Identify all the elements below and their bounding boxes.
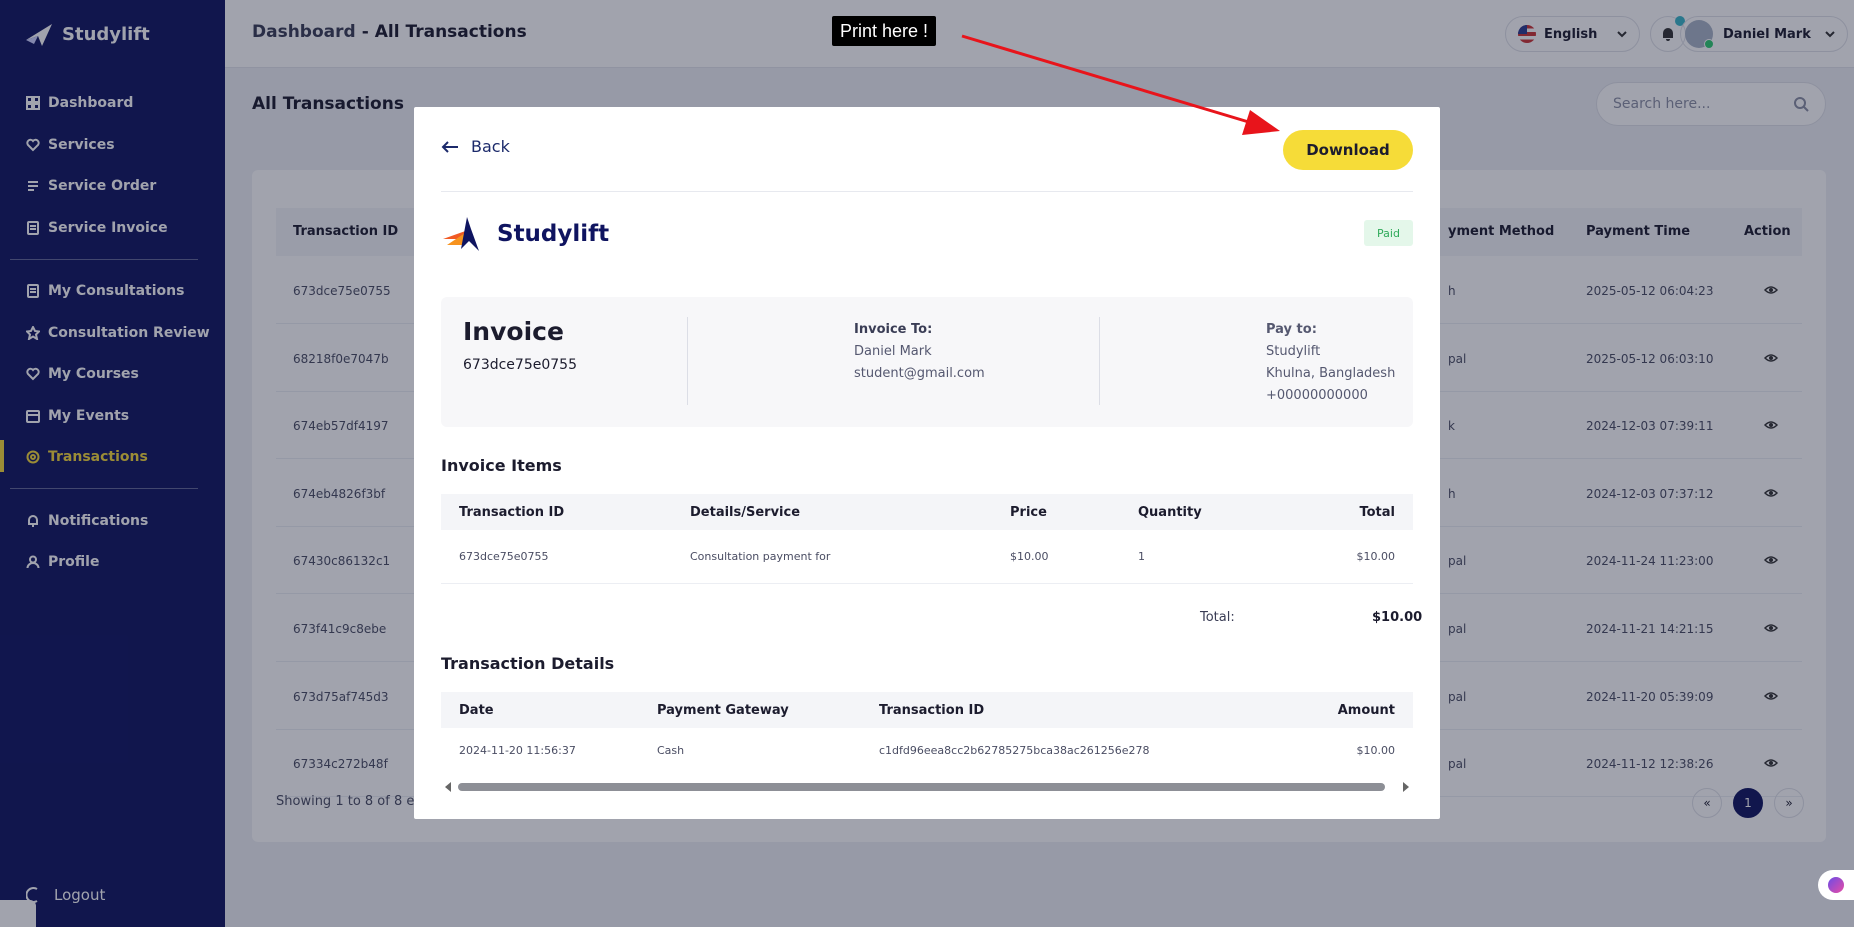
detail-date: 2024-11-20 11:56:37 — [459, 744, 576, 757]
pay-to-address: Khulna, Bangladesh — [1266, 366, 1396, 381]
modal-divider — [441, 191, 1413, 192]
assistant-button[interactable] — [1818, 870, 1854, 900]
items-table-header: Transaction ID Details/Service Price Qua… — [441, 494, 1413, 530]
scroll-thumb[interactable] — [458, 783, 1385, 791]
invoice-modal: Back Download Studylift Paid Invoice 673… — [414, 107, 1440, 819]
details-table-header: Date Payment Gateway Transaction ID Amou… — [441, 692, 1413, 728]
col-transaction-id: Transaction ID — [879, 703, 985, 718]
download-button[interactable]: Download — [1283, 130, 1413, 170]
invoice-number: 673dce75e0755 — [463, 357, 577, 373]
back-button[interactable]: Back — [441, 137, 510, 156]
detail-amount: $10.00 — [1356, 744, 1396, 757]
col-date: Date — [459, 703, 494, 718]
detail-transaction-id: c1dfd96eea8cc2b62785275bca38ac261256e278 — [879, 744, 1150, 757]
studylift-logo-icon — [443, 217, 479, 251]
invoice-to-name: Daniel Mark — [854, 344, 932, 359]
item-quantity: 1 — [1138, 550, 1145, 563]
invoice-to: Invoice To: Daniel Mark student@gmail.co… — [854, 319, 985, 385]
table-row: 673dce75e0755 Consultation payment for $… — [441, 530, 1413, 584]
invoice-brand: Studylift — [441, 215, 609, 253]
col-details: Details/Service — [690, 505, 801, 520]
col-quantity: Quantity — [1138, 505, 1202, 520]
scroll-left-icon[interactable] — [445, 782, 451, 792]
arrow-left-icon — [441, 140, 458, 153]
invoice-title: Invoice — [463, 317, 564, 346]
invoice-summary: Invoice 673dce75e0755 Invoice To: Daniel… — [441, 297, 1413, 427]
col-gateway: Payment Gateway — [657, 703, 789, 718]
status-badge: Paid — [1364, 220, 1413, 246]
total-label: Total: — [1200, 610, 1235, 625]
table-row: 2024-11-20 11:56:37 Cash c1dfd96eea8cc2b… — [441, 728, 1413, 772]
scroll-right-icon[interactable] — [1403, 782, 1409, 792]
item-id: 673dce75e0755 — [459, 550, 549, 563]
col-amount: Amount — [1337, 703, 1395, 718]
transaction-details-title: Transaction Details — [441, 654, 615, 673]
col-transaction-id: Transaction ID — [459, 505, 565, 520]
pay-to-name: Studylift — [1266, 344, 1321, 359]
pay-to-phone: +00000000000 — [1266, 388, 1368, 403]
invoice-items-title: Invoice Items — [441, 456, 562, 475]
col-total: Total — [1359, 505, 1395, 520]
annotation-callout: Print here ! — [832, 16, 937, 46]
item-total: $10.00 — [1356, 550, 1396, 563]
item-details: Consultation payment for — [690, 550, 831, 563]
item-price: $10.00 — [1010, 550, 1049, 563]
invoice-to-email: student@gmail.com — [854, 366, 985, 381]
summary-divider — [687, 317, 688, 405]
brain-icon — [1828, 877, 1844, 893]
detail-gateway: Cash — [657, 744, 685, 757]
total-value: $10.00 — [1372, 610, 1423, 625]
col-price: Price — [1010, 505, 1047, 520]
pay-to-label: Pay to: — [1266, 322, 1317, 337]
invoice-to-label: Invoice To: — [854, 322, 933, 337]
horizontal-scrollbar[interactable] — [441, 780, 1413, 794]
brand-name: Studylift — [497, 221, 610, 247]
back-label: Back — [471, 137, 510, 156]
summary-divider — [1099, 317, 1100, 405]
pay-to: Pay to: Studylift Khulna, Bangladesh +00… — [1266, 319, 1395, 407]
